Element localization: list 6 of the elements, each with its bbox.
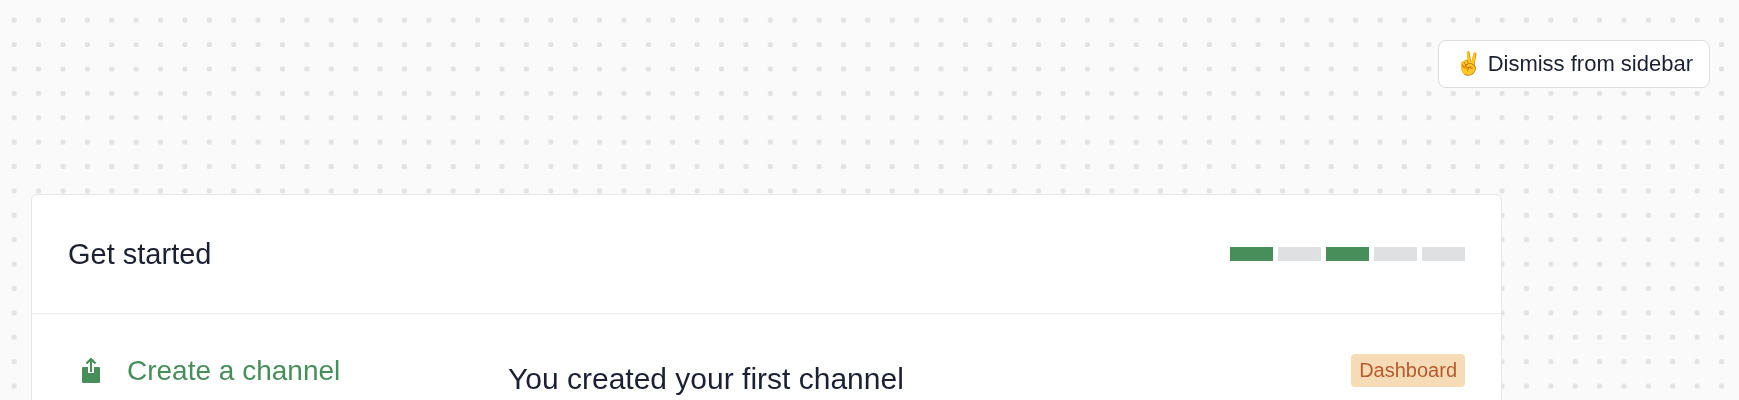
card-title: Get started [68, 237, 212, 271]
task-item[interactable]: Create a channel [68, 354, 347, 388]
upload-icon [81, 358, 101, 384]
detail-title: You created your first channel [508, 362, 904, 396]
badge: Dashboard [1351, 354, 1465, 387]
dismiss-button[interactable]: ✌ Dismiss from sidebar [1437, 40, 1710, 88]
